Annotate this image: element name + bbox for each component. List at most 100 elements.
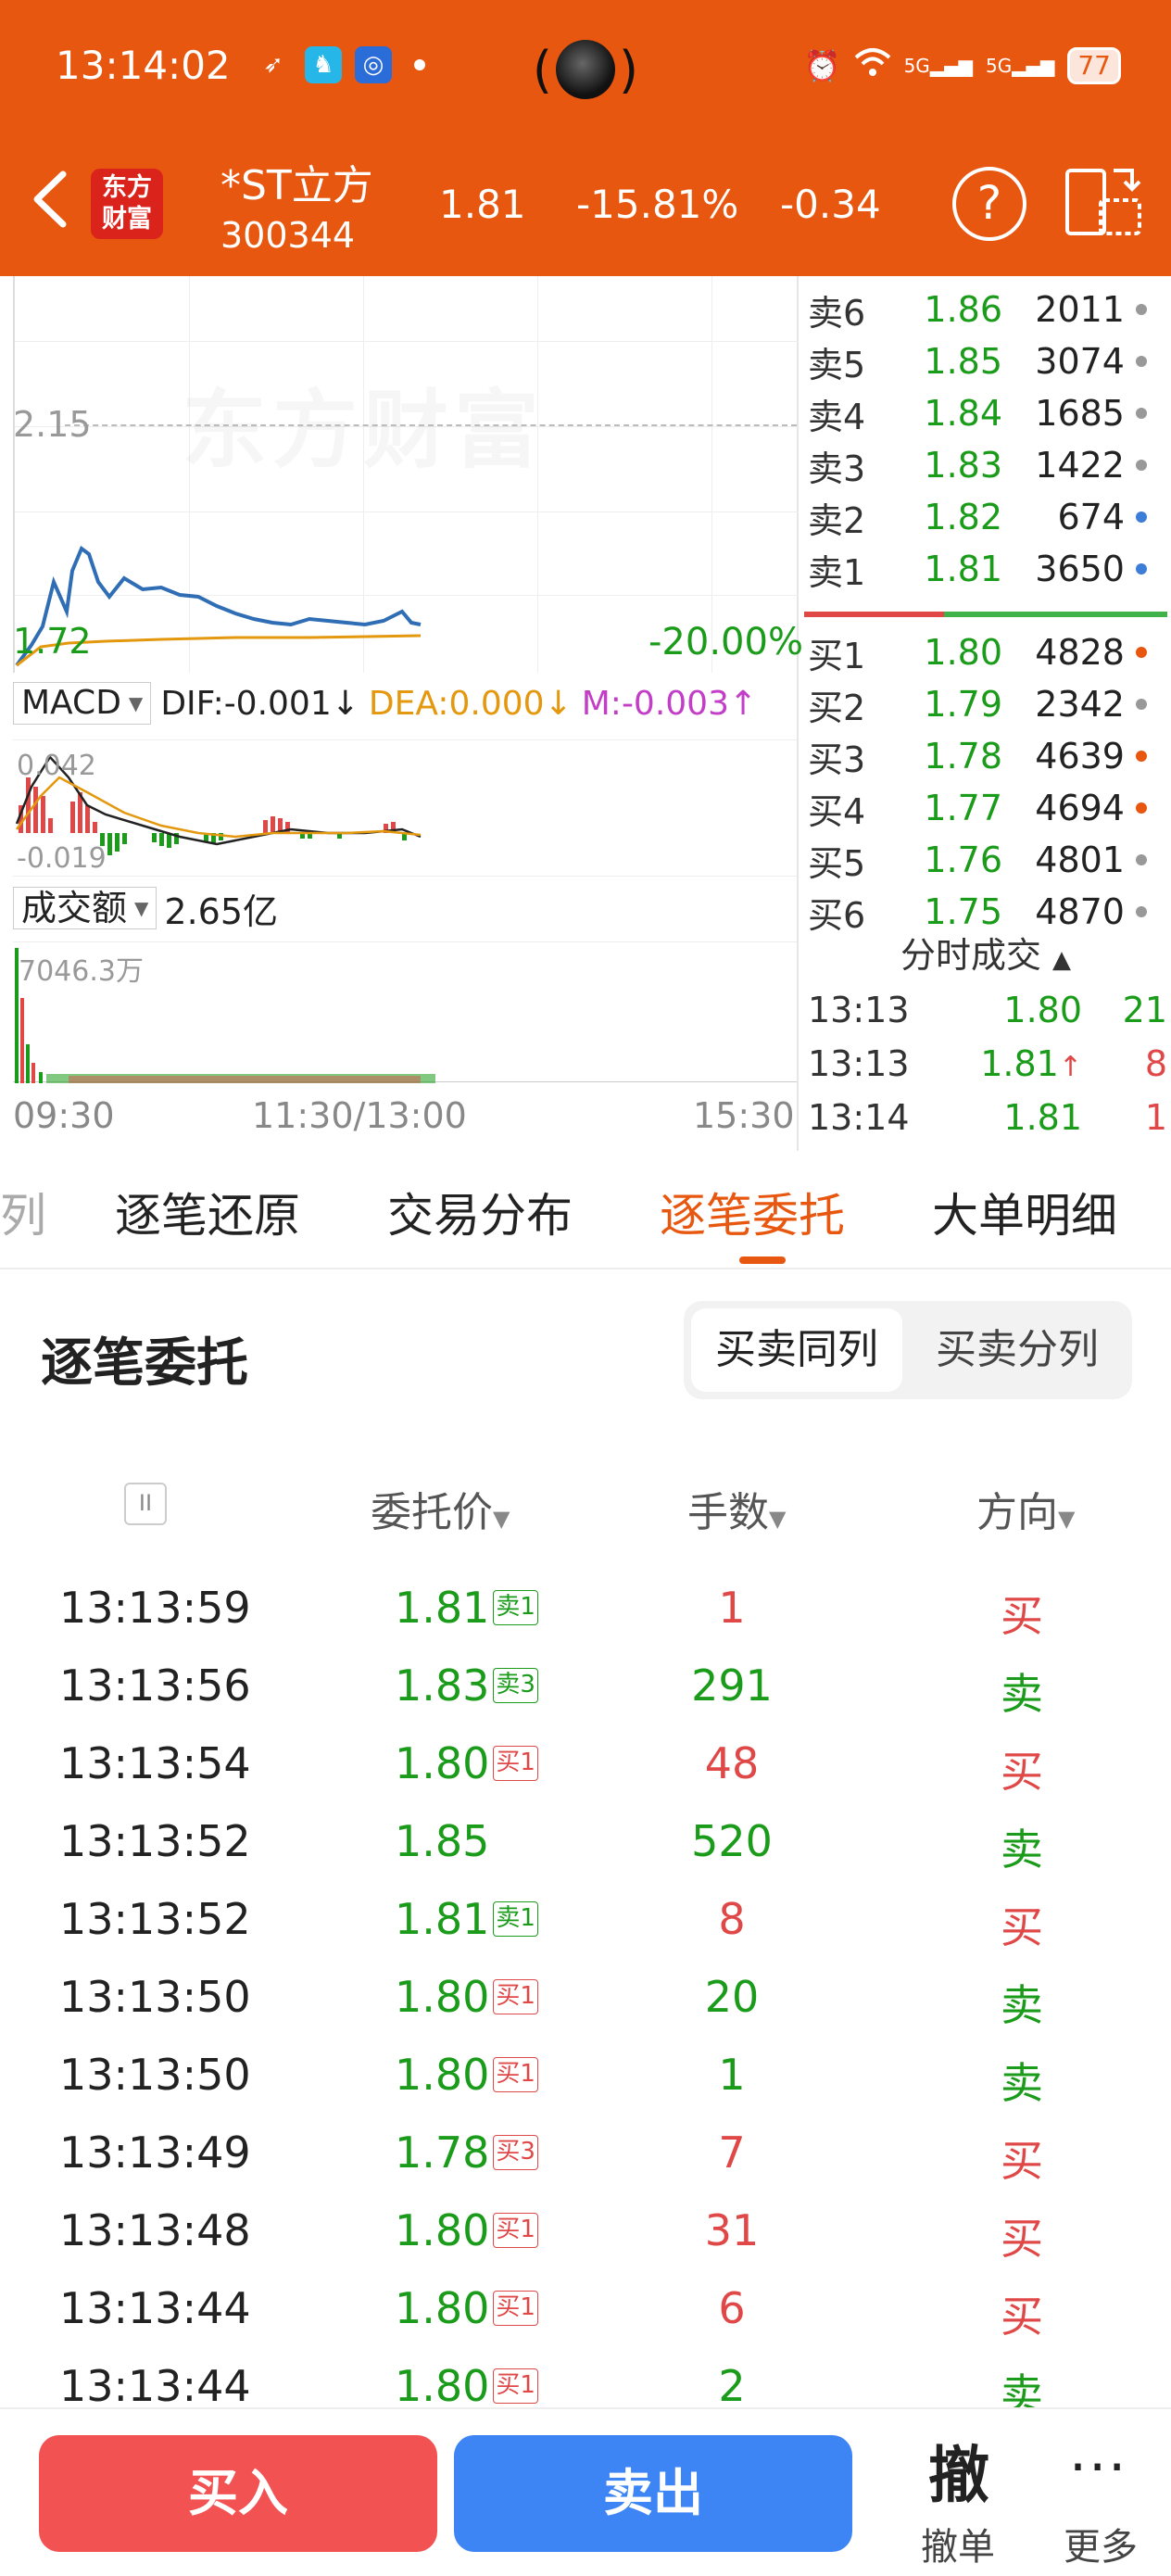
entrust-time: 13:13:56 xyxy=(59,1661,251,1711)
sell-button[interactable]: 卖出 xyxy=(454,2435,852,2552)
bid-level-row[interactable]: 买5 1.76 4801 xyxy=(808,834,1171,886)
more-button[interactable]: 更多 xyxy=(1064,2517,1138,2570)
level-price: 1.76 xyxy=(924,840,1002,880)
send-icon: ➶ xyxy=(263,51,283,79)
ask-level-row[interactable]: 卖6 1.86 2011 xyxy=(808,284,1171,335)
entrust-direction: 买 xyxy=(1001,1591,1043,1641)
help-button[interactable]: ? xyxy=(952,167,1026,241)
level-price: 1.79 xyxy=(924,684,1002,725)
entrust-direction: 买 xyxy=(1001,2136,1043,2186)
entrust-row[interactable]: 13:13:59 1.81 卖1 1 买 xyxy=(0,1568,1171,1646)
dea-value: DEA:0.000↓ xyxy=(368,684,573,723)
level-label: 卖4 xyxy=(808,396,866,437)
level-qty: 4639 xyxy=(1035,736,1125,777)
level-label: 卖3 xyxy=(808,448,866,489)
entrust-row[interactable]: 13:13:44 1.80 买1 6 买 xyxy=(0,2268,1171,2346)
entrust-direction: 买 xyxy=(1001,2214,1043,2264)
sale-time: 13:14 xyxy=(808,1097,910,1138)
more-icon[interactable]: ··· xyxy=(1069,2435,1127,2500)
time-end-label: 15:30 xyxy=(693,1095,795,1136)
header-change: -0.34 xyxy=(780,182,881,227)
pause-button[interactable]: II xyxy=(124,1483,167,1525)
entrust-row[interactable]: 13:13:54 1.80 买1 48 买 xyxy=(0,1724,1171,1801)
landscape-toggle-icon[interactable] xyxy=(1064,165,1143,239)
level-dot-icon xyxy=(1136,802,1147,814)
entrust-row[interactable]: 13:13:50 1.80 买1 20 卖 xyxy=(0,1957,1171,2035)
level-price: 1.84 xyxy=(924,393,1002,434)
level-qty: 3650 xyxy=(1035,549,1125,589)
entrust-price: 1.80 买1 xyxy=(395,1972,538,2022)
entrust-direction: 卖 xyxy=(1001,1669,1043,1719)
toggle-same-column[interactable]: 买卖同列 xyxy=(691,1308,902,1392)
level-qty: 1422 xyxy=(1035,445,1125,486)
entrust-time: 13:13:49 xyxy=(59,2128,251,2178)
entrust-time: 13:13:44 xyxy=(59,2283,251,2333)
time-sales-header[interactable]: 分时成交 ▲ xyxy=(800,927,1171,978)
caret-up-icon: ▲ xyxy=(1052,946,1072,974)
order-level-badge: 卖3 xyxy=(493,1668,538,1703)
entrust-row[interactable]: 13:13:52 1.85 520 卖 xyxy=(0,1801,1171,1879)
col-header-price[interactable]: 委托价▼ xyxy=(371,1479,510,1538)
tab-trade-distribution[interactable]: 交易分布 xyxy=(387,1179,573,1245)
ask-level-row[interactable]: 卖3 1.83 1422 xyxy=(808,439,1171,491)
order-level-badge: 买1 xyxy=(493,2368,538,2404)
entrust-row[interactable]: 13:13:52 1.81 卖1 8 买 xyxy=(0,1879,1171,1957)
entrust-row[interactable]: 13:13:50 1.80 买1 1 卖 xyxy=(0,2035,1171,2113)
buy-button[interactable]: 买入 xyxy=(39,2435,437,2552)
entrust-qty: 8 xyxy=(718,1894,746,1944)
bottom-action-bar: 买入 卖出 撤 撤单 ··· 更多 xyxy=(0,2407,1171,2576)
bid-level-row[interactable]: 买2 1.79 2342 xyxy=(808,678,1171,730)
intraday-chart[interactable]: 东方财富 2.15 1.72 -20.00% MACD▼ DIF:-0.001↓… xyxy=(0,276,803,1151)
bid-level-row[interactable]: 买4 1.77 4694 xyxy=(808,782,1171,834)
col-header-qty[interactable]: 手数▼ xyxy=(687,1479,786,1538)
order-book[interactable]: 卖6 1.86 2011 卖5 1.85 3074 卖4 1.84 1685 卖3 1.83 1422… xyxy=(800,276,1171,1151)
entrust-price: 1.80 买1 xyxy=(395,2050,538,2100)
ask-level-row[interactable]: 卖1 1.81 3650 xyxy=(808,543,1171,595)
entrust-qty: 2 xyxy=(718,2361,746,2411)
ask-level-row[interactable]: 卖5 1.85 3074 xyxy=(808,335,1171,387)
m-value: M:-0.003↑ xyxy=(581,684,758,723)
entrust-time: 13:13:48 xyxy=(59,2205,251,2255)
section-title: 逐笔委托 xyxy=(41,1333,248,1394)
order-level-badge: 买1 xyxy=(493,2213,538,2248)
ask-level-row[interactable]: 卖4 1.84 1685 xyxy=(808,387,1171,439)
entrust-row[interactable]: 13:13:49 1.78 买3 7 买 xyxy=(0,2113,1171,2191)
level-price: 1.83 xyxy=(924,445,1002,486)
price-low-label: 1.72 xyxy=(13,621,92,662)
order-level-badge: 买1 xyxy=(493,1746,538,1781)
bid-level-row[interactable]: 买3 1.78 4639 xyxy=(808,730,1171,782)
col-header-direction[interactable]: 方向▼ xyxy=(976,1479,1075,1538)
entrust-direction: 卖 xyxy=(1001,2058,1043,2108)
back-button[interactable] xyxy=(26,169,72,230)
order-level-badge: 买1 xyxy=(493,2291,538,2326)
entrust-qty: 1 xyxy=(718,2050,746,2100)
tab-trade-replay[interactable]: 逐笔还原 xyxy=(115,1179,300,1245)
cancel-order-icon[interactable]: 撤 xyxy=(928,2426,989,2515)
sale-volume: 8 xyxy=(1144,1043,1167,1084)
entrust-time: 13:13:44 xyxy=(59,2361,251,2411)
bid-level-row[interactable]: 买1 1.80 4828 xyxy=(808,626,1171,678)
entrust-direction: 卖 xyxy=(1001,1825,1043,1875)
level-label: 卖5 xyxy=(808,344,866,385)
sale-volume: 1 xyxy=(1144,1097,1167,1138)
sale-price: 1.81↑ xyxy=(980,1043,1082,1084)
toggle-split-column[interactable]: 买卖分列 xyxy=(910,1308,1125,1392)
order-level-badge: 卖1 xyxy=(493,1901,538,1937)
tab-order-entrust[interactable]: 逐笔委托 xyxy=(660,1179,845,1245)
cancel-order-button[interactable]: 撤单 xyxy=(921,2517,995,2570)
chevron-down-icon: ▼ xyxy=(769,1506,787,1532)
entrust-row[interactable]: 13:13:48 1.80 买1 31 买 xyxy=(0,2191,1171,2268)
entrust-row[interactable]: 13:13:56 1.83 卖3 291 卖 xyxy=(0,1646,1171,1724)
level-dot-icon xyxy=(1136,854,1147,865)
ask-level-row[interactable]: 卖2 1.82 674 xyxy=(808,491,1171,543)
level-qty: 4828 xyxy=(1035,632,1125,673)
volume-indicator-bar: 成交额 ▼ 2.65亿 xyxy=(13,882,797,934)
notification-icons: ➶ ♞ ◎ xyxy=(255,46,425,83)
tab-partial[interactable]: 列 xyxy=(0,1179,46,1245)
indicator-selector[interactable]: MACD ▼ xyxy=(13,682,152,725)
volume-selector[interactable]: 成交额 ▼ xyxy=(13,887,157,929)
tab-large-order-detail[interactable]: 大单明细 xyxy=(932,1179,1117,1245)
time-sale-row: 13:13 1.81↑ 8 xyxy=(808,1038,1171,1090)
entrust-time: 13:13:59 xyxy=(59,1583,251,1633)
level-price: 1.80 xyxy=(924,632,1002,673)
